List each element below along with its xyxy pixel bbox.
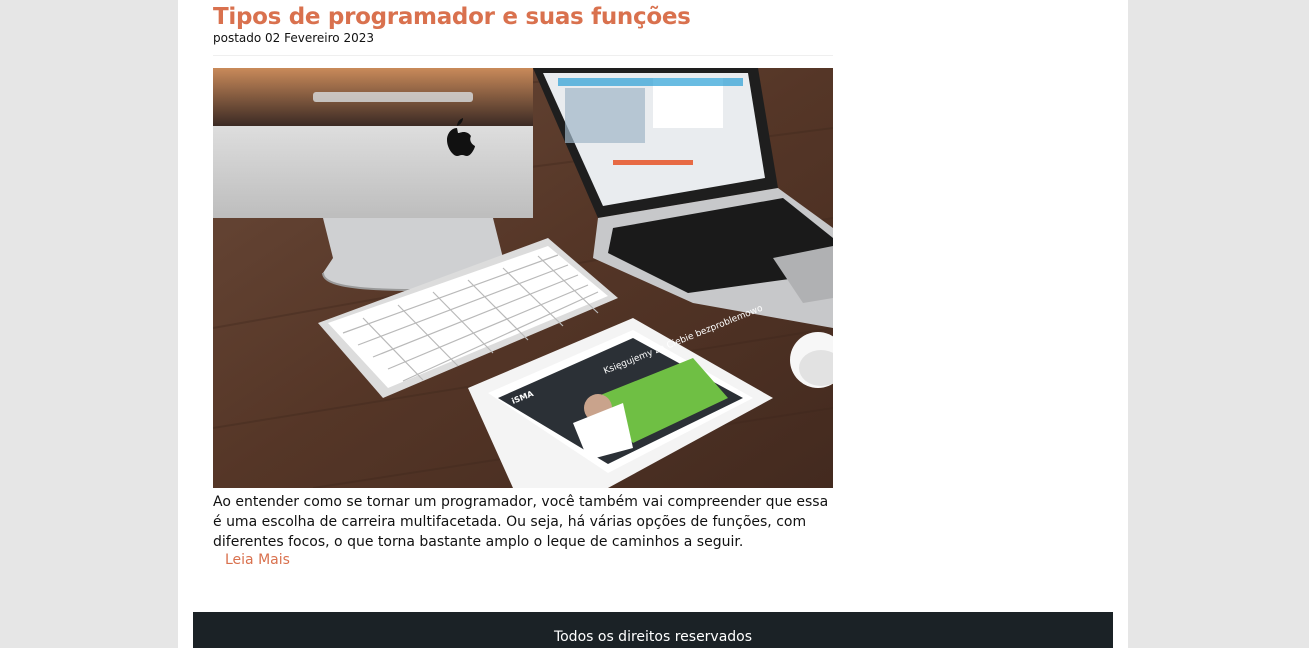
post-title[interactable]: Tipos de programador e suas funções <box>213 2 691 32</box>
post-date: postado 02 Fevereiro 2023 <box>213 31 374 45</box>
divider <box>213 55 833 56</box>
footer: Todos os direitos reservados <box>193 612 1113 648</box>
post-excerpt: Ao entender como se tornar um programado… <box>213 494 829 550</box>
post-image: Księgujemy za Ciebie bezproblemowo iSMA <box>213 68 833 488</box>
footer-copyright: Todos os direitos reservados <box>553 629 753 645</box>
read-more-link[interactable]: Leia Mais <box>225 552 290 568</box>
page-container: Tipos de programador e suas funções post… <box>178 0 1128 648</box>
